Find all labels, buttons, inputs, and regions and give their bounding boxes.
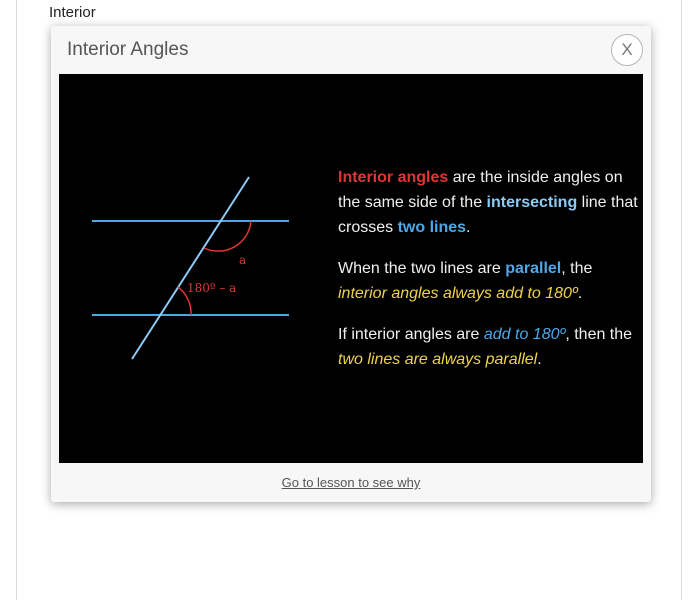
close-button[interactable]: X [611,34,643,66]
modal-dialog: Interior Angles X a 180º – a Interior an… [51,26,651,502]
background-heading: Interior [49,4,96,21]
term-two-lines: two lines [397,219,467,236]
term-add-to-180: add to 180º [483,326,566,343]
angle-a-label: a [239,253,246,267]
transversal-line [131,176,250,360]
illustration-panel: a 180º – a Interior angles are the insid… [59,74,643,463]
text-span: , the [561,260,593,277]
angle-b-label: 180º – a [187,281,236,295]
rule-add-to-180: interior angles always add to 180º [338,285,578,302]
parallel-lines-diagram: a 180º – a [92,176,289,360]
go-to-lesson-link[interactable]: Go to lesson to see why [51,475,651,490]
modal-title: Interior Angles [67,39,189,60]
explanation-text: Interior angles are the inside angles on… [338,165,638,388]
rule-always-parallel: two lines are always parallel [338,351,538,368]
explanation-paragraph-1: Interior angles are the inside angles on… [338,165,638,240]
text-span: When the two lines are [338,260,506,277]
text-span: . [466,219,471,236]
explanation-paragraph-3: If interior angles are add to 180º, then… [338,322,638,372]
term-intersecting: intersecting [486,194,578,211]
term-interior-angles: Interior angles [338,169,449,186]
term-parallel: parallel [505,260,562,277]
text-span: . [577,285,583,302]
text-span: , then the [565,326,633,343]
text-span: . [537,351,542,368]
text-span: If interior angles are [338,326,484,343]
explanation-paragraph-2: When the two lines are parallel, the int… [338,256,638,306]
